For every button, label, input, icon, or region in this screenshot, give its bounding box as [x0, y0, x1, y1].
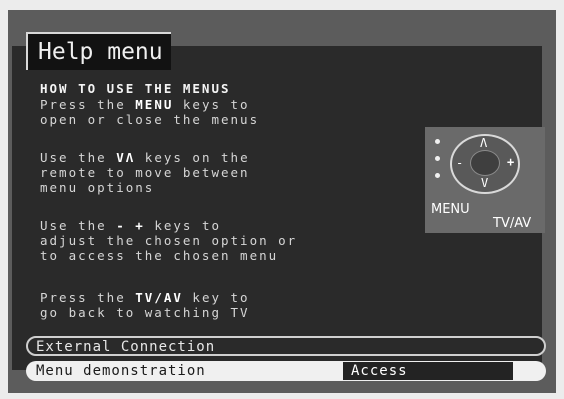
instruction-menu-line2: open or close the menus — [40, 112, 260, 127]
text: keys to — [173, 97, 250, 112]
dot-icon — [435, 156, 440, 161]
dpad-center-icon — [470, 150, 500, 176]
text: Use the — [40, 150, 117, 165]
dot-icon — [435, 173, 440, 178]
instruction-adjust-line3: to access the chosen menu — [40, 248, 279, 263]
text: Press the — [40, 290, 136, 305]
instruction-nav-line1: Use the VΛ keys on the — [40, 150, 250, 165]
plus-icon: + — [507, 155, 515, 169]
text: Use the — [40, 218, 117, 233]
instruction-menu-line1: Press the MENU keys to — [40, 97, 250, 112]
instruction-adjust-line1: Use the - + keys to — [40, 218, 221, 233]
instruction-adjust-line2: adjust the chosen option or — [40, 233, 298, 248]
instruction-tvav-line2: go back to watching TV — [40, 305, 250, 320]
key-label: VΛ — [116, 150, 136, 165]
page-title: Help menu — [26, 32, 171, 70]
menu-item-external-connection[interactable]: External Connection — [26, 336, 546, 356]
text: keys to — [144, 218, 222, 233]
instructions-heading: HOW TO USE THE MENUS — [40, 81, 231, 96]
access-value[interactable]: Access — [343, 362, 513, 380]
instruction-nav-line3: menu options — [40, 180, 155, 195]
key-label: - + — [116, 218, 145, 233]
key-label: TV/AV — [135, 290, 183, 305]
menu-item-label: External Connection — [36, 339, 216, 355]
menu-key-label: MENU — [431, 202, 470, 217]
instruction-tvav-line1: Press the TV/AV key to — [40, 290, 250, 305]
dot-icon — [435, 139, 440, 144]
text: Press the — [40, 97, 136, 112]
arrow-down-icon: V — [481, 176, 489, 190]
remote-control-graphic: Λ V - + MENU TV/AV — [425, 127, 545, 233]
key-label: MENU — [135, 97, 174, 112]
text: key to — [182, 290, 250, 305]
tvav-key-label: TV/AV — [493, 216, 532, 231]
dpad-icon: Λ V - + — [450, 134, 520, 194]
minus-icon: - — [456, 156, 464, 170]
arrow-up-icon: Λ — [480, 136, 488, 150]
text: keys on the — [135, 150, 250, 165]
menu-item-label: Menu demonstration — [36, 363, 206, 379]
menu-item-menu-demonstration[interactable]: Menu demonstration Access — [26, 361, 546, 381]
instruction-nav-line2: remote to move between — [40, 165, 250, 180]
